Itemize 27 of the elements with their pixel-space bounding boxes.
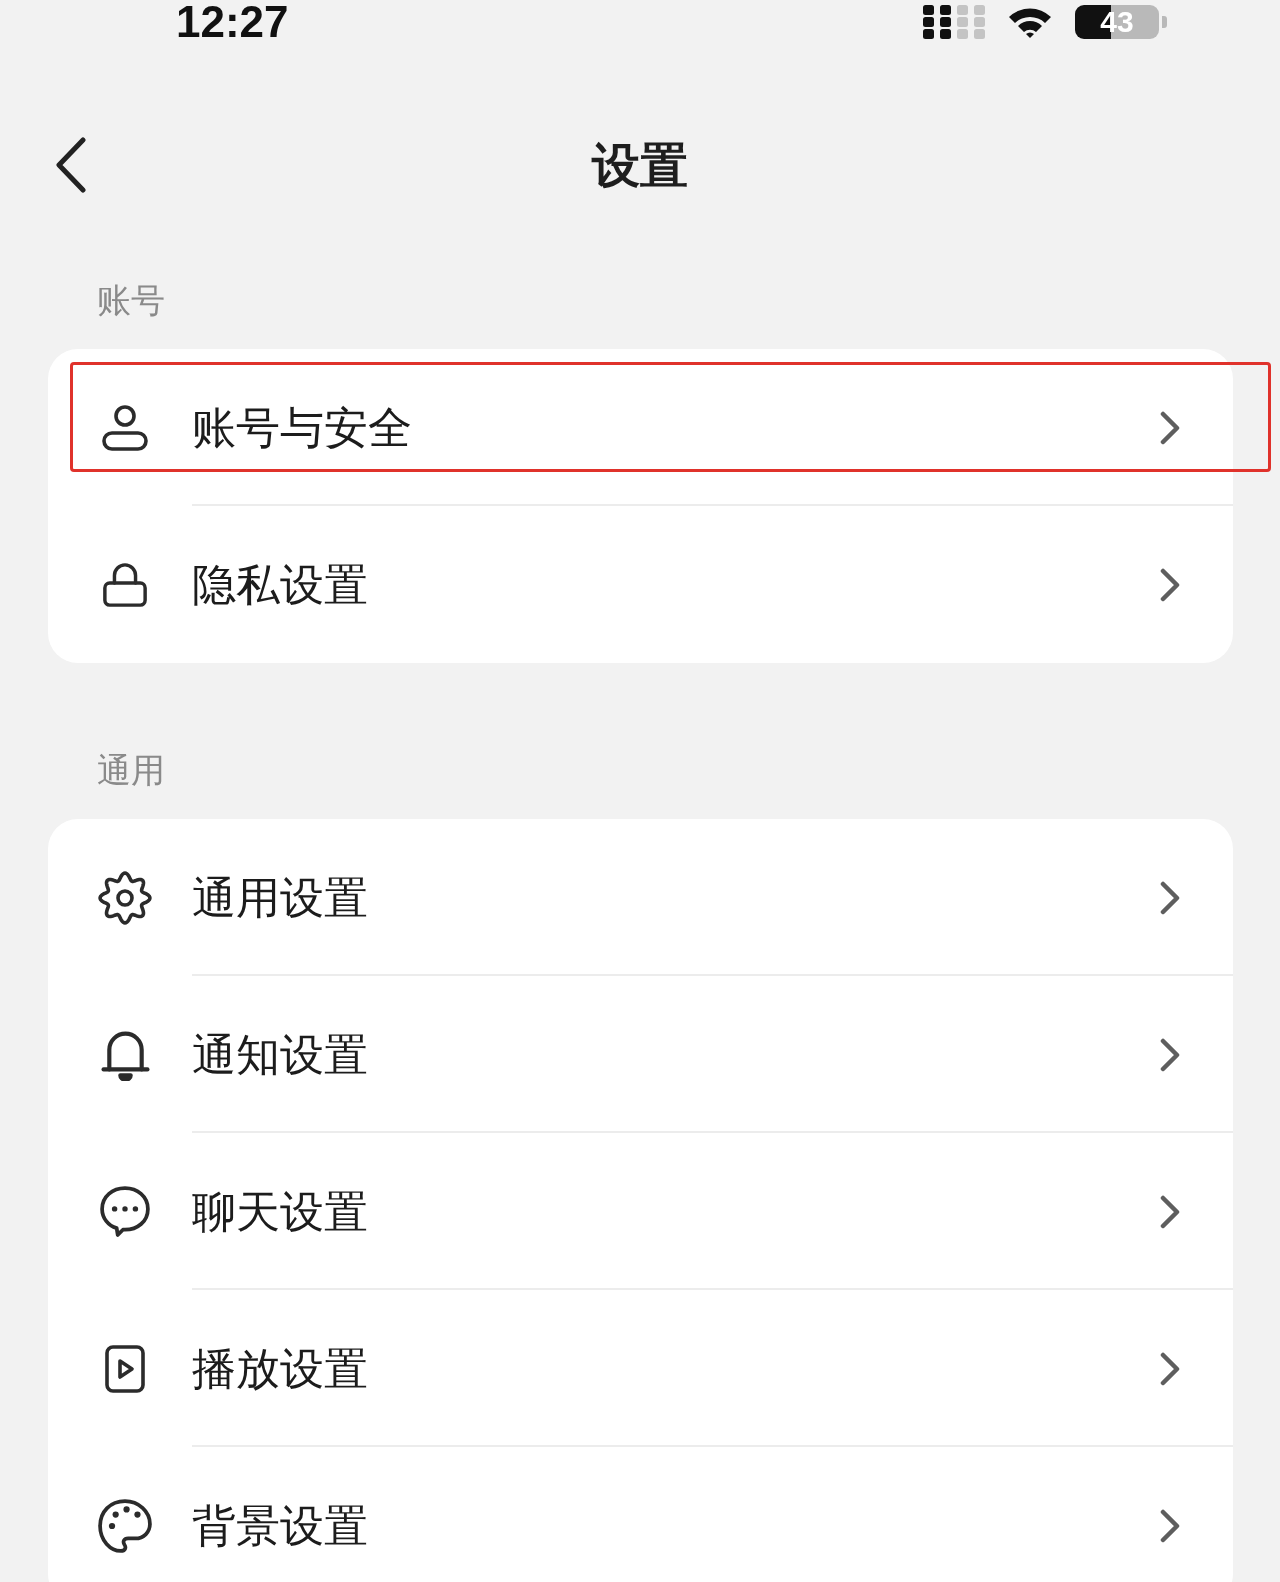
settings-item[interactable]: 账号与安全 [48, 349, 1233, 506]
video-play-icon [105, 1344, 145, 1393]
settings-item[interactable]: 隐私设置 [48, 506, 1233, 663]
page-title: 设置 [592, 136, 688, 195]
lock-icon [102, 561, 148, 608]
chevron-right-icon [1160, 1508, 1180, 1543]
wifi-icon [1007, 5, 1053, 39]
chevron-right-icon [1160, 1037, 1180, 1072]
signal-icon [923, 5, 985, 39]
settings-item[interactable]: 通知设置 [48, 976, 1233, 1133]
settings-item[interactable]: 播放设置 [48, 1290, 1233, 1447]
section-title: 账号 [97, 279, 165, 322]
palette-icon [98, 1498, 152, 1553]
back-icon[interactable] [55, 137, 87, 193]
person-icon [101, 403, 149, 452]
chevron-right-icon [1160, 880, 1180, 915]
status-time: 12:27 [176, 0, 289, 44]
gear-icon [97, 869, 153, 926]
chevron-right-icon [1160, 410, 1180, 445]
chevron-right-icon [1160, 1194, 1180, 1229]
chevron-right-icon [1160, 567, 1180, 602]
settings-item[interactable]: 背景设置 [48, 1447, 1233, 1582]
chevron-right-icon [1160, 1351, 1180, 1386]
section-title: 通用 [97, 749, 165, 792]
settings-item[interactable]: 聊天设置 [48, 1133, 1233, 1290]
chat-bubble-icon [100, 1186, 150, 1237]
settings-item[interactable]: 通用设置 [48, 819, 1233, 976]
